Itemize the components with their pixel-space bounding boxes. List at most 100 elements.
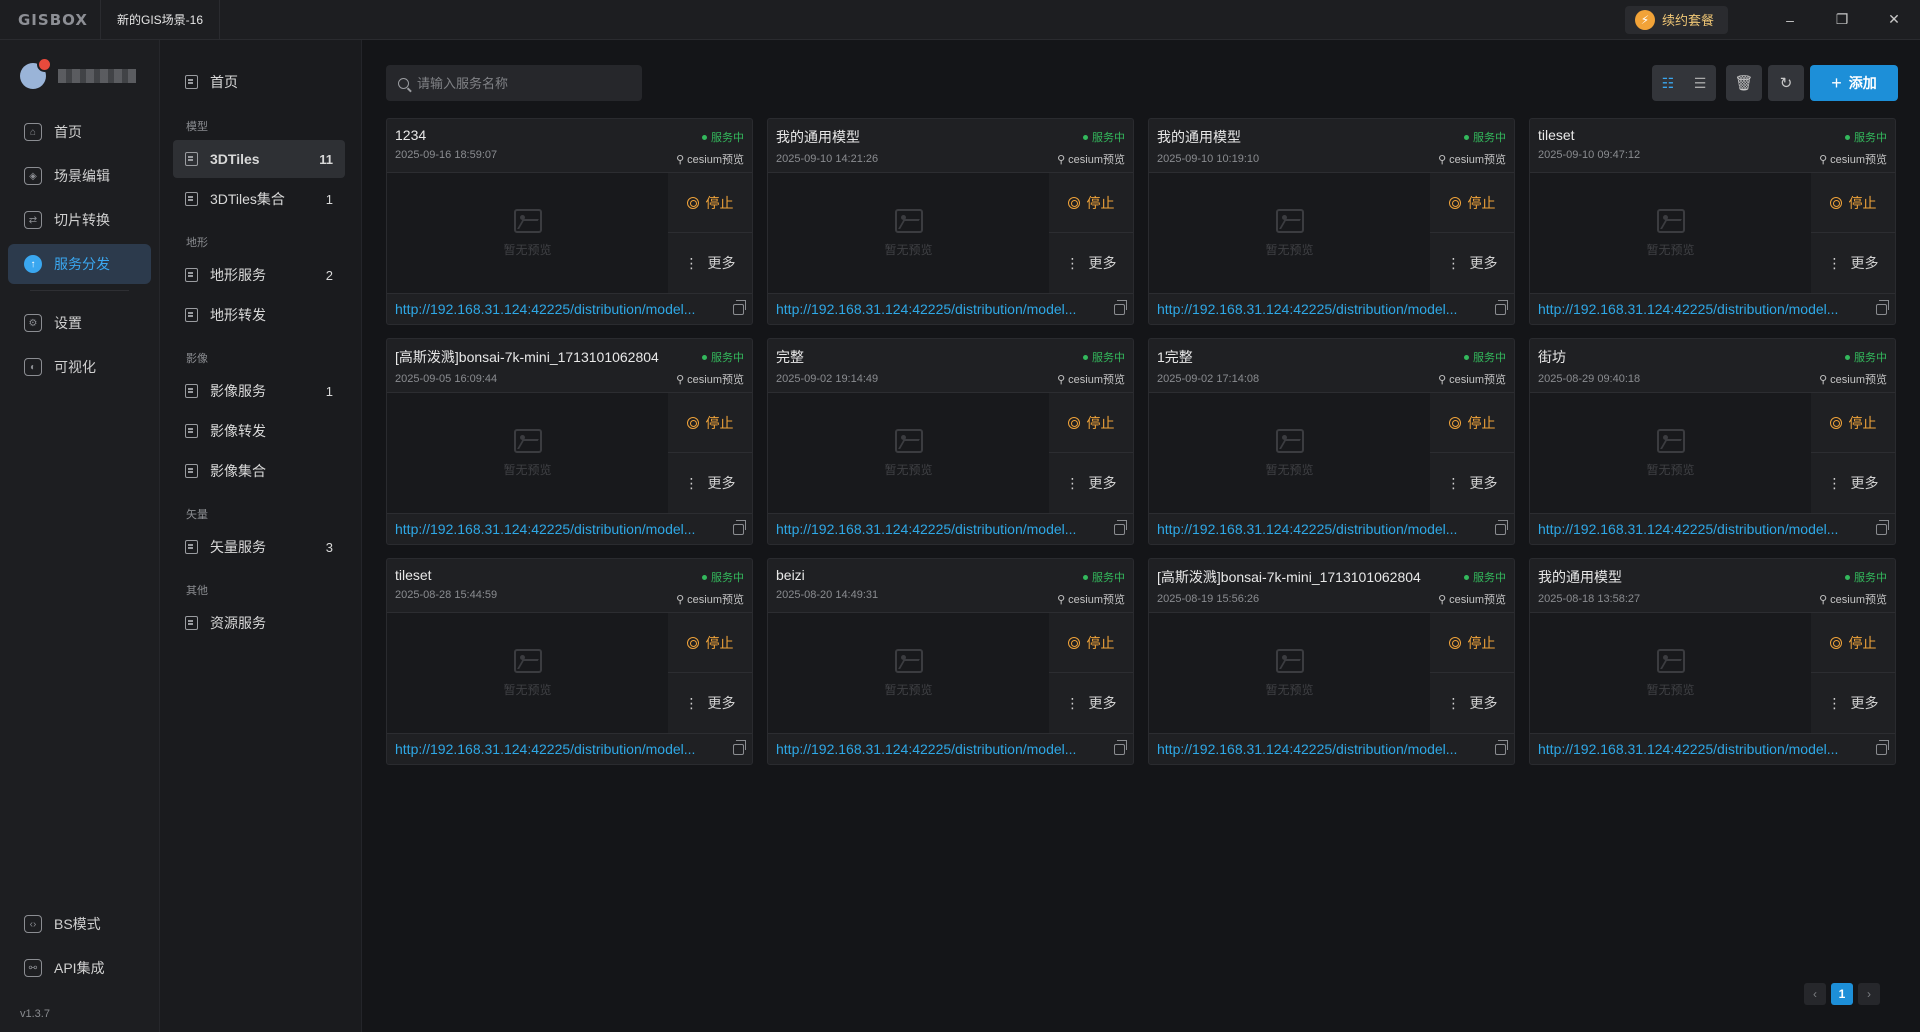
copy-icon[interactable]	[733, 519, 746, 535]
service-url-link[interactable]: http://192.168.31.124:42225/distribution…	[1538, 741, 1866, 757]
cesium-preview-link[interactable]: ⚲ cesium预览	[676, 591, 744, 607]
subnav-item[interactable]: 地形服务 2	[173, 256, 345, 294]
more-button[interactable]: ⋮ 更多	[1430, 673, 1514, 733]
grid-view-icon[interactable]: ☷	[1652, 65, 1684, 101]
service-url-link[interactable]: http://192.168.31.124:42225/distribution…	[1157, 301, 1485, 317]
close-icon[interactable]: ✕	[1868, 0, 1920, 40]
page-number-current[interactable]: 1	[1831, 983, 1853, 1005]
copy-icon[interactable]	[1495, 739, 1508, 755]
subnav-item[interactable]: 资源服务	[173, 604, 345, 642]
copy-icon[interactable]	[733, 739, 746, 755]
cesium-preview-link[interactable]: ⚲ cesium预览	[1057, 371, 1125, 387]
service-url-link[interactable]: http://192.168.31.124:42225/distribution…	[1538, 521, 1866, 537]
service-url-link[interactable]: http://192.168.31.124:42225/distribution…	[395, 301, 723, 317]
cesium-preview-link[interactable]: ⚲ cesium预览	[676, 151, 744, 167]
subnav-item[interactable]: 影像集合	[173, 452, 345, 490]
service-url-link[interactable]: http://192.168.31.124:42225/distribution…	[776, 741, 1104, 757]
cesium-preview-link[interactable]: ⚲ cesium预览	[1057, 151, 1125, 167]
copy-icon[interactable]	[1495, 299, 1508, 315]
refresh-icon[interactable]: ↻	[1768, 65, 1804, 101]
card-name[interactable]: [高斯泼溅]bonsai-7k-mini_1713101062804	[395, 347, 675, 367]
copy-icon[interactable]	[1114, 519, 1127, 535]
copy-icon[interactable]	[1876, 739, 1889, 755]
card-name[interactable]: 1完整	[1157, 347, 1437, 367]
more-button[interactable]: ⋮ 更多	[1811, 453, 1895, 513]
nav-item[interactable]: ‹› BS模式	[8, 904, 151, 944]
copy-icon[interactable]	[1495, 519, 1508, 535]
subnav-item[interactable]: 矢量服务 3	[173, 528, 345, 566]
cesium-preview-link[interactable]: ⚲ cesium预览	[1438, 151, 1506, 167]
nav-item[interactable]: ◈ 场景编辑	[8, 156, 151, 196]
cesium-preview-link[interactable]: ⚲ cesium预览	[1057, 591, 1125, 607]
scene-tab[interactable]: 新的GIS场景-16	[100, 0, 221, 40]
service-url-link[interactable]: http://192.168.31.124:42225/distribution…	[1157, 521, 1485, 537]
nav-item[interactable]: ⚯ API集成	[8, 948, 151, 988]
stop-button[interactable]: 停止	[668, 613, 752, 673]
card-name[interactable]: 1234	[395, 127, 675, 143]
stop-button[interactable]: 停止	[668, 393, 752, 453]
service-url-link[interactable]: http://192.168.31.124:42225/distribution…	[1157, 741, 1485, 757]
service-url-link[interactable]: http://192.168.31.124:42225/distribution…	[776, 301, 1104, 317]
stop-button[interactable]: 停止	[668, 173, 752, 233]
nav-item[interactable]: ⌂ 首页	[8, 112, 151, 152]
view-toggle[interactable]: ☷ ☰	[1652, 65, 1716, 101]
list-view-icon[interactable]: ☰	[1684, 65, 1716, 101]
nav-item[interactable]: ⚙ 设置	[8, 303, 151, 343]
service-url-link[interactable]: http://192.168.31.124:42225/distribution…	[395, 741, 723, 757]
card-name[interactable]: tileset	[1538, 127, 1818, 143]
copy-icon[interactable]	[1114, 299, 1127, 315]
stop-button[interactable]: 停止	[1430, 613, 1514, 673]
card-name[interactable]: [高斯泼溅]bonsai-7k-mini_1713101062804	[1157, 567, 1437, 587]
copy-icon[interactable]	[733, 299, 746, 315]
nav-item[interactable]: ◐ 可视化	[8, 347, 151, 387]
cesium-preview-link[interactable]: ⚲ cesium预览	[676, 371, 744, 387]
subnav-item[interactable]: 3DTiles 11	[173, 140, 345, 178]
stop-button[interactable]: 停止	[1049, 173, 1133, 233]
nav-item[interactable]: ↑ 服务分发	[8, 244, 151, 284]
copy-icon[interactable]	[1876, 519, 1889, 535]
service-url-link[interactable]: http://192.168.31.124:42225/distribution…	[395, 521, 723, 537]
user-profile[interactable]	[0, 40, 159, 112]
more-button[interactable]: ⋮ 更多	[1049, 453, 1133, 513]
stop-button[interactable]: 停止	[1430, 173, 1514, 233]
more-button[interactable]: ⋮ 更多	[1430, 453, 1514, 513]
card-name[interactable]: 我的通用模型	[1538, 567, 1818, 587]
subnav-item[interactable]: 影像服务 1	[173, 372, 345, 410]
add-button[interactable]: + 添加	[1810, 65, 1898, 101]
stop-button[interactable]: 停止	[1811, 393, 1895, 453]
subnav-item[interactable]: 地形转发	[173, 296, 345, 334]
card-name[interactable]: tileset	[395, 567, 675, 583]
copy-icon[interactable]	[1114, 739, 1127, 755]
cesium-preview-link[interactable]: ⚲ cesium预览	[1438, 371, 1506, 387]
search-box[interactable]	[386, 65, 642, 101]
more-button[interactable]: ⋮ 更多	[668, 453, 752, 513]
renew-plan-button[interactable]: ⚡ 续约套餐	[1624, 5, 1728, 34]
stop-button[interactable]: 停止	[1049, 393, 1133, 453]
cesium-preview-link[interactable]: ⚲ cesium预览	[1819, 371, 1887, 387]
chevron-right-icon[interactable]: ›	[1858, 983, 1880, 1005]
restore-icon[interactable]: ❐	[1816, 0, 1868, 40]
subnav-item[interactable]: 3DTiles集合 1	[173, 180, 345, 218]
service-url-link[interactable]: http://192.168.31.124:42225/distribution…	[776, 521, 1104, 537]
card-name[interactable]: 我的通用模型	[1157, 127, 1437, 147]
more-button[interactable]: ⋮ 更多	[1811, 673, 1895, 733]
copy-icon[interactable]	[1876, 299, 1889, 315]
more-button[interactable]: ⋮ 更多	[1430, 233, 1514, 293]
avatar[interactable]	[20, 57, 52, 89]
service-url-link[interactable]: http://192.168.31.124:42225/distribution…	[1538, 301, 1866, 317]
more-button[interactable]: ⋮ 更多	[1049, 233, 1133, 293]
stop-button[interactable]: 停止	[1811, 173, 1895, 233]
cesium-preview-link[interactable]: ⚲ cesium预览	[1438, 591, 1506, 607]
subnav-item[interactable]: 影像转发	[173, 412, 345, 450]
minimize-icon[interactable]: –	[1764, 0, 1816, 40]
delete-icon[interactable]: 🗑︎	[1726, 65, 1762, 101]
stop-button[interactable]: 停止	[1430, 393, 1514, 453]
card-name[interactable]: 我的通用模型	[776, 127, 1056, 147]
cesium-preview-link[interactable]: ⚲ cesium预览	[1819, 591, 1887, 607]
more-button[interactable]: ⋮ 更多	[1049, 673, 1133, 733]
more-button[interactable]: ⋮ 更多	[668, 233, 752, 293]
more-button[interactable]: ⋮ 更多	[1811, 233, 1895, 293]
stop-button[interactable]: 停止	[1049, 613, 1133, 673]
chevron-left-icon[interactable]: ‹	[1804, 983, 1826, 1005]
card-name[interactable]: 街坊	[1538, 347, 1818, 367]
